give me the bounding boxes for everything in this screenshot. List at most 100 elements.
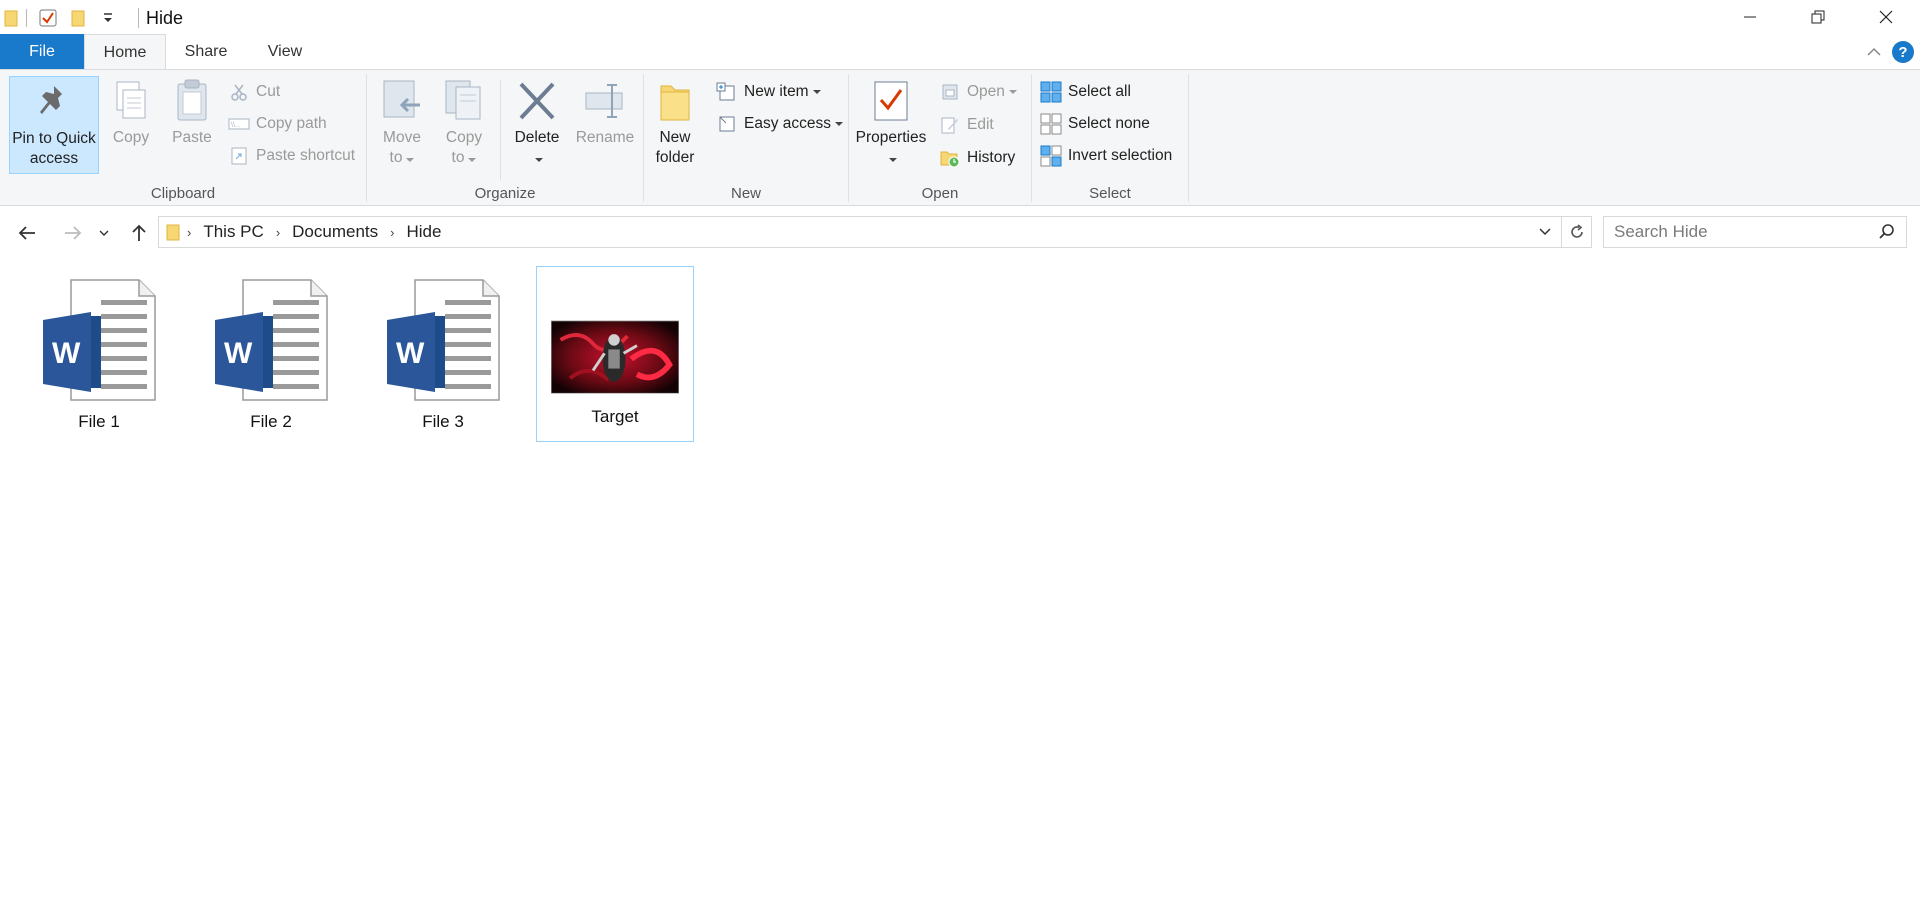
file-item-selected[interactable]: Target (536, 266, 694, 442)
copy-path-icon: \\... (228, 113, 250, 135)
file-name: File 2 (250, 412, 292, 431)
copy-path-button[interactable]: \\... Copy path (228, 111, 327, 137)
open-button[interactable]: Open (939, 79, 1017, 105)
arrow-left-icon (18, 226, 35, 240)
select-all-button[interactable]: Select all (1040, 79, 1131, 105)
customize-toolbar-chevron-icon[interactable] (97, 7, 119, 29)
rename-button[interactable]: Rename (572, 76, 638, 148)
arrow-up-icon (132, 224, 146, 241)
file-item[interactable]: W File 3 (364, 266, 522, 442)
breadcrumb-chevron-icon[interactable]: › (390, 225, 394, 240)
file-item[interactable]: W File 1 (20, 266, 178, 442)
forward-button[interactable] (60, 220, 86, 246)
clipboard-group: Pin to Quick access Copy Paste Cut \\... (0, 70, 366, 206)
word-document-icon: W (207, 276, 335, 404)
file-item[interactable]: W File 2 (192, 266, 350, 442)
arrow-right-icon (65, 226, 82, 240)
file-list: W File 1 W File 2 W File 3 Target (0, 258, 1920, 902)
pin-to-quick-access-button[interactable]: Pin to Quick access (9, 76, 99, 174)
new-item-button[interactable]: New item (716, 79, 821, 105)
file-name: File 1 (78, 412, 120, 431)
recent-locations-button[interactable] (96, 220, 112, 246)
select-group-label: Select (1089, 185, 1131, 202)
search-icon[interactable] (1878, 223, 1898, 243)
chevron-down-icon (99, 230, 109, 236)
copy-to-button[interactable]: Copy to (439, 76, 489, 168)
breadcrumb-chevron-icon[interactable]: › (276, 225, 280, 240)
new-item-icon (716, 81, 738, 103)
file-name: File 3 (422, 412, 464, 431)
easy-access-button[interactable]: Easy access (716, 111, 844, 137)
new-group: New folder New item Easy access New (644, 70, 848, 206)
minimize-icon (1744, 16, 1756, 18)
invert-selection-button[interactable]: Invert selection (1040, 143, 1172, 169)
copy-icon (107, 76, 155, 126)
delete-button[interactable]: Delete (508, 76, 566, 168)
back-button[interactable] (14, 220, 40, 246)
cut-button[interactable]: Cut (228, 79, 280, 105)
edit-icon (939, 114, 961, 136)
ribbon: Pin to Quick access Copy Paste Cut \\... (0, 69, 1920, 206)
quick-access-toolbar (4, 7, 127, 29)
tab-home[interactable]: Home (84, 34, 166, 70)
folder-icon (165, 222, 181, 242)
word-document-icon: W (379, 276, 507, 404)
clipboard-icon (168, 76, 216, 126)
refresh-button[interactable] (1562, 216, 1592, 248)
history-button[interactable]: History (939, 145, 1015, 171)
move-to-icon (378, 76, 426, 126)
breadcrumb-documents[interactable]: Documents (292, 222, 378, 242)
select-group: Select all Select none Invert selection … (1032, 70, 1188, 206)
search-box[interactable] (1603, 216, 1907, 248)
image-thumbnail (551, 277, 679, 405)
paste-button[interactable]: Paste (167, 76, 217, 148)
address-bar[interactable]: › This PC › Documents › Hide (158, 216, 1562, 248)
collapse-ribbon-button[interactable] (1864, 42, 1884, 62)
open-group-label: Open (921, 185, 959, 202)
breadcrumb-chevron-icon[interactable]: › (187, 225, 191, 240)
chevron-down-icon (1539, 228, 1551, 236)
breadcrumb-this-pc[interactable]: This PC (203, 222, 263, 242)
tab-file[interactable]: File (0, 34, 84, 69)
breadcrumb-hide[interactable]: Hide (406, 222, 441, 242)
select-all-icon (1040, 81, 1062, 103)
restore-button[interactable] (1784, 0, 1852, 34)
minimize-button[interactable] (1716, 0, 1784, 34)
copy-to-icon (440, 76, 488, 126)
close-icon (1879, 10, 1893, 24)
up-button[interactable] (126, 220, 152, 246)
help-button[interactable]: ? (1892, 41, 1914, 63)
new-folder-button[interactable]: New folder (654, 76, 696, 168)
new-group-label: New (730, 185, 761, 202)
properties-button[interactable]: Properties (855, 76, 927, 168)
restore-icon (1811, 10, 1825, 24)
chevron-up-icon (1867, 47, 1881, 56)
edit-button[interactable]: Edit (939, 112, 994, 138)
svg-text:W: W (52, 337, 81, 370)
organize-group-label: Organize (474, 185, 536, 202)
tab-share[interactable]: Share (172, 34, 240, 69)
tab-view[interactable]: View (254, 34, 316, 69)
paste-shortcut-button[interactable]: Paste shortcut (228, 143, 355, 169)
folder-icon (4, 7, 18, 29)
file-name: Target (591, 407, 639, 426)
copy-button[interactable]: Copy (106, 76, 156, 148)
window-title: Hide (146, 8, 184, 28)
close-button[interactable] (1852, 0, 1920, 34)
clipboard-group-label: Clipboard (150, 185, 216, 202)
rename-icon (581, 76, 629, 126)
paste-shortcut-icon (228, 145, 250, 167)
new-folder-icon[interactable] (67, 7, 89, 29)
scissors-icon (228, 81, 250, 103)
open-group: Properties Open Edit History Open (849, 70, 1031, 206)
open-icon (939, 81, 961, 103)
history-icon (939, 147, 961, 169)
address-history-button[interactable] (1535, 222, 1555, 242)
select-none-button[interactable]: Select none (1040, 111, 1150, 137)
search-input[interactable] (1614, 222, 1874, 242)
properties-icon[interactable] (37, 7, 59, 29)
word-document-icon: W (35, 276, 163, 404)
svg-text:\\...: \\... (231, 122, 241, 129)
title-bar: Hide (0, 0, 1920, 34)
move-to-button[interactable]: Move to (377, 76, 427, 168)
